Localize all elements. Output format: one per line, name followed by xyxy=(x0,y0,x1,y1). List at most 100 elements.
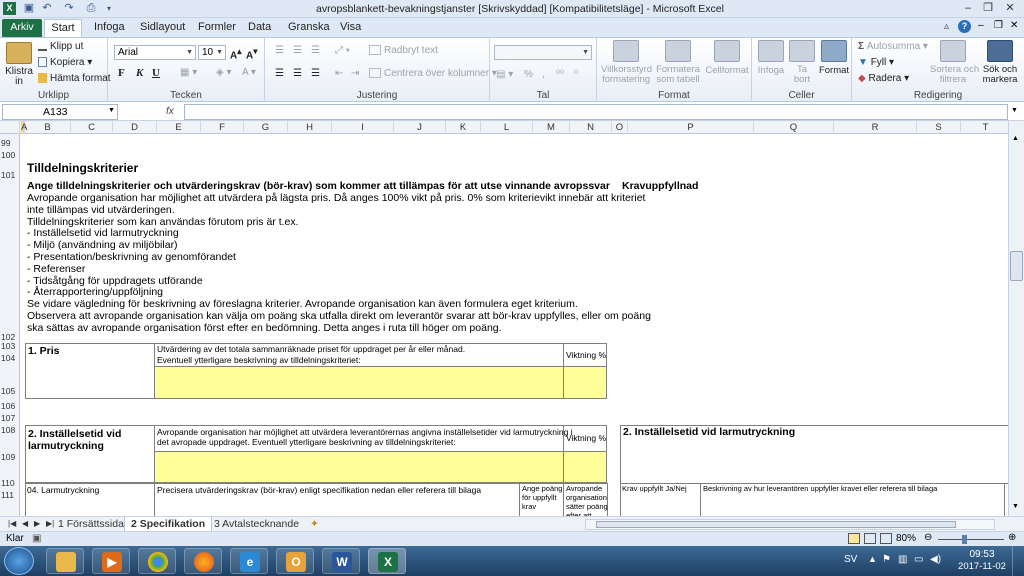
sheet-tab-forsattssida[interactable]: 1 Försättssida xyxy=(52,517,130,532)
taskbar-outlook[interactable]: O xyxy=(276,548,314,574)
horizontal-scroll-thumb[interactable] xyxy=(596,521,956,528)
decrease-decimal-icon[interactable]: ⁰ xyxy=(574,69,578,80)
column-header-c[interactable]: C xyxy=(71,121,113,134)
vertical-scrollbar[interactable]: ▲ ▼ xyxy=(1008,121,1024,516)
select-all-corner[interactable] xyxy=(0,121,20,134)
expand-formula-bar-icon[interactable]: ▼ xyxy=(1011,107,1018,114)
find-select-button[interactable]: Sök och markera xyxy=(978,40,1022,85)
row-header-106[interactable]: 106 xyxy=(0,401,20,411)
column-header-r[interactable]: R xyxy=(834,121,917,134)
column-header-p[interactable]: P xyxy=(628,121,754,134)
format-cells-button[interactable]: Format xyxy=(818,40,850,76)
pris-weight-input[interactable] xyxy=(563,366,607,399)
pris-description-input[interactable] xyxy=(154,366,564,399)
row-header-101[interactable]: 101 xyxy=(0,170,20,180)
row-header-99[interactable]: 99 xyxy=(0,138,20,148)
taskbar-excel[interactable]: X xyxy=(368,548,406,574)
percent-icon[interactable]: % xyxy=(524,69,533,80)
column-header-l[interactable]: L xyxy=(481,121,533,134)
grow-font-icon[interactable]: A▴ xyxy=(230,46,241,61)
taskbar-internet-explorer[interactable]: e xyxy=(230,548,268,574)
row-header-111[interactable]: 111 xyxy=(0,490,20,500)
restore-icon[interactable]: ❐ xyxy=(978,1,998,16)
normal-view-icon[interactable] xyxy=(848,533,860,544)
clock-date[interactable]: 2017-11-02 xyxy=(954,561,1010,572)
tab-formler[interactable]: Formler xyxy=(190,19,244,37)
tab-granska[interactable]: Granska xyxy=(280,19,338,37)
name-box[interactable]: A133 xyxy=(2,104,118,120)
align-bottom-icon[interactable]: ☰ xyxy=(311,45,320,56)
customize-quick-access-icon[interactable]: ▾ xyxy=(102,2,116,15)
column-header-m[interactable]: M xyxy=(533,121,570,134)
redo-icon[interactable]: ↷ xyxy=(62,2,76,15)
tab-start[interactable]: Start xyxy=(44,19,82,37)
bold-icon[interactable]: F xyxy=(118,67,125,79)
workbook-close-icon[interactable]: ✕ xyxy=(1010,20,1018,31)
column-header-k[interactable]: K xyxy=(446,121,481,134)
sheet-tab-avtalstecknande[interactable]: 3 Avtalstecknande xyxy=(208,517,305,532)
macro-record-icon[interactable]: ▣ xyxy=(32,533,41,544)
tab-arkiv[interactable]: Arkiv xyxy=(2,19,42,37)
tab-data[interactable]: Data xyxy=(240,19,279,37)
undo-icon[interactable]: ↶ xyxy=(40,2,54,15)
number-format-select[interactable]: ▼ xyxy=(494,45,592,60)
shrink-font-icon[interactable]: A▾ xyxy=(246,46,257,61)
underline-icon[interactable]: U xyxy=(152,67,160,79)
row-header-109[interactable]: 109 xyxy=(0,452,20,462)
conditional-formatting-button[interactable]: Villkorsstyrd formatering xyxy=(601,40,652,85)
volume-icon[interactable]: ◀) xyxy=(930,554,941,565)
taskbar-word[interactable]: W xyxy=(322,548,360,574)
fill-button[interactable]: ▼ Fyll ▾ xyxy=(858,57,894,68)
start-button[interactable] xyxy=(4,547,34,575)
worksheet-grid[interactable]: Tilldelningskriterier Ange tilldelningsk… xyxy=(21,134,1008,516)
column-header-i[interactable]: I xyxy=(332,121,394,134)
workbook-minimize-icon[interactable]: – xyxy=(978,20,984,31)
indent-decrease-icon[interactable]: ⇤ xyxy=(335,68,343,79)
format-painter-button[interactable]: Hämta format xyxy=(38,73,111,84)
copy-button[interactable]: Kopiera ▾ xyxy=(38,57,92,68)
help-icon[interactable]: ? xyxy=(958,20,971,33)
display-icon[interactable]: ▭ xyxy=(914,554,923,565)
taskbar-firefox[interactable] xyxy=(184,548,222,574)
taskbar-media-player[interactable]: ▶ xyxy=(92,548,130,574)
font-size-select[interactable]: 10 ▼ xyxy=(198,45,226,60)
taskbar-explorer[interactable] xyxy=(46,548,84,574)
cut-button[interactable]: Klipp ut xyxy=(38,41,83,52)
save-icon[interactable]: ▣ xyxy=(22,2,36,15)
row-header-107[interactable]: 107 xyxy=(0,413,20,423)
vertical-scroll-thumb[interactable] xyxy=(1010,251,1023,281)
minimize-icon[interactable]: – xyxy=(958,1,978,16)
align-center-icon[interactable]: ☰ xyxy=(293,68,302,79)
tab-sidlayout[interactable]: Sidlayout xyxy=(132,19,193,37)
indent-increase-icon[interactable]: ⇥ xyxy=(351,68,359,79)
workbook-restore-icon[interactable]: ❐ xyxy=(994,20,1003,31)
italic-icon[interactable]: K xyxy=(136,67,143,79)
orientation-icon[interactable]: ⤢ ▾ xyxy=(335,45,350,56)
insert-sheet-icon[interactable]: ✦ xyxy=(304,517,325,532)
row-header-105[interactable]: 105 xyxy=(0,386,20,396)
sheet-tab-specifikation[interactable]: 2 Specifikation xyxy=(124,517,213,532)
row-header-100[interactable]: 100 xyxy=(0,150,20,160)
row-header-108[interactable]: 108 xyxy=(0,425,20,435)
page-break-view-icon[interactable] xyxy=(880,533,892,544)
column-header-h[interactable]: H xyxy=(288,121,332,134)
column-header-j[interactable]: J xyxy=(394,121,446,134)
show-hidden-icons-icon[interactable]: ▲ xyxy=(868,554,877,564)
language-indicator[interactable]: SV xyxy=(844,554,857,565)
tab-infoga[interactable]: Infoga xyxy=(86,19,133,37)
insert-function-icon[interactable]: fx xyxy=(166,104,182,120)
column-header-f[interactable]: F xyxy=(201,121,244,134)
cell-styles-button[interactable]: Cellformat xyxy=(705,40,749,76)
clear-button[interactable]: ◆ Radera ▾ xyxy=(858,73,909,84)
show-desktop-button[interactable] xyxy=(1012,546,1024,576)
taskbar-chrome[interactable] xyxy=(138,548,176,574)
minimize-ribbon-icon[interactable]: ▵ xyxy=(944,21,949,32)
align-left-icon[interactable]: ☰ xyxy=(275,68,284,79)
column-header-t[interactable]: T xyxy=(961,121,1011,134)
row-header-110[interactable]: 110 xyxy=(0,478,20,488)
column-header-b[interactable]: B xyxy=(25,121,71,134)
autosum-button[interactable]: Σ Autosumma ▾ xyxy=(858,41,928,52)
paste-button[interactable]: Klistra in xyxy=(4,40,33,87)
align-top-icon[interactable]: ☰ xyxy=(275,45,284,56)
close-icon[interactable]: ✕ xyxy=(998,1,1022,16)
